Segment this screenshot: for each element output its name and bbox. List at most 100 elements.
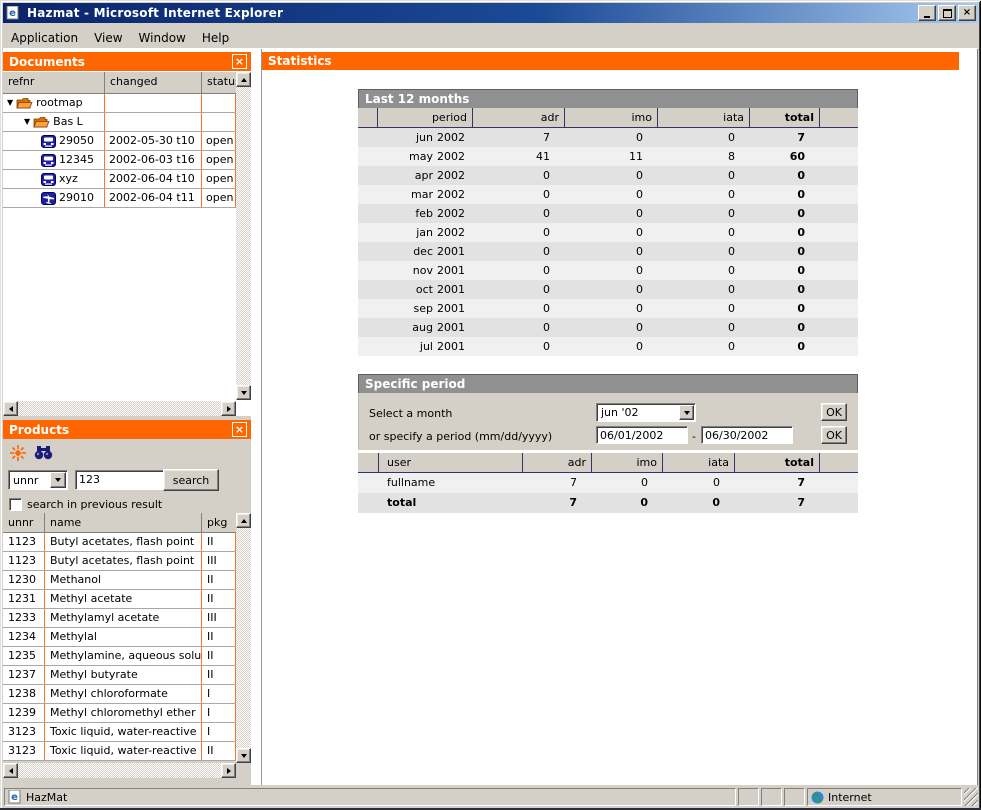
- products-table-row[interactable]: 1231Methyl acetateII: [3, 590, 236, 609]
- last12-row: apr20020000: [358, 166, 858, 185]
- products-table-row[interactable]: 3123Toxic liquid, water-reactiveII: [3, 742, 236, 761]
- products-column-headers: unnr name pkg: [3, 513, 236, 533]
- products-table-row[interactable]: 1239Methyl chloromethyl etherI: [3, 704, 236, 723]
- documents-tree-row[interactable]: 290502002-05-30 t10open: [3, 132, 236, 151]
- column-header-blank-trailing: [820, 108, 858, 127]
- column-header-period: period: [378, 108, 473, 127]
- menu-item-help[interactable]: Help: [194, 29, 237, 47]
- products-scroll-right-icon[interactable]: [221, 763, 236, 778]
- expander-icon[interactable]: ▼: [7, 94, 13, 112]
- date-to-input[interactable]: 06/30/2002: [701, 426, 793, 444]
- product-pkg: II: [202, 533, 236, 551]
- products-scroll-down-icon[interactable]: [236, 748, 251, 763]
- ok-period-button[interactable]: OK: [821, 426, 847, 444]
- month-select-value: jun '02: [597, 406, 679, 419]
- select-month-label: Select a month: [369, 407, 452, 420]
- month-select-dropdown-icon[interactable]: [679, 405, 694, 420]
- menu-item-window[interactable]: Window: [131, 29, 194, 47]
- search-input[interactable]: 123: [75, 470, 169, 490]
- search-button[interactable]: search: [163, 469, 219, 491]
- truck-icon: [41, 154, 56, 167]
- documents-vscrollbar[interactable]: [236, 72, 251, 400]
- column-header-name[interactable]: name: [45, 513, 202, 532]
- find-binoculars-icon[interactable]: [33, 443, 53, 463]
- product-name: Methyl acetate: [45, 590, 202, 608]
- documents-column-headers: refnr changed status: [3, 72, 236, 94]
- products-table-row[interactable]: 3123Toxic liquid, water-reactiveI: [3, 723, 236, 742]
- status-pane-2: [761, 788, 782, 806]
- new-search-icon[interactable]: [8, 443, 28, 463]
- column-header-adr: adr: [523, 453, 592, 472]
- products-table-row[interactable]: 1238Methyl chloroformateI: [3, 685, 236, 704]
- expander-icon[interactable]: ▼: [24, 113, 30, 131]
- last12-rows: jun20027007may20024111860apr20020000mar2…: [358, 128, 858, 356]
- documents-tree: ▼ rootmap ▼ Bas L290502002-05-30 t10open123…: [3, 94, 236, 208]
- column-header-refnr[interactable]: refnr: [3, 72, 105, 93]
- document-label: rootmap: [36, 94, 83, 112]
- product-pkg: II: [202, 590, 236, 608]
- product-pkg: I: [202, 723, 236, 741]
- documents-tree-row[interactable]: xyz2002-06-04 t10open: [3, 170, 236, 189]
- minimize-button[interactable]: [918, 5, 936, 21]
- documents-tree-row[interactable]: 29010 2002-06-04 t11open: [3, 189, 236, 208]
- column-header-iata: iata: [663, 453, 735, 472]
- document-label: 29010: [59, 189, 94, 207]
- column-header-status[interactable]: status: [202, 72, 236, 93]
- column-header-pkg[interactable]: pkg: [202, 513, 236, 532]
- products-close-icon[interactable]: ×: [232, 422, 247, 437]
- document-label: Bas L: [53, 113, 83, 131]
- product-pkg: III: [202, 552, 236, 570]
- documents-scroll-up-icon[interactable]: [236, 72, 251, 87]
- specific-period-form: Select a month jun '02 OK or specify a p…: [358, 393, 858, 450]
- documents-title: Documents: [9, 55, 85, 69]
- close-button[interactable]: ×: [958, 5, 976, 21]
- last12-row: jun20027007: [358, 128, 858, 147]
- products-table-row[interactable]: 1123Butyl acetates, flash pointIII: [3, 552, 236, 571]
- search-field-select[interactable]: unnr: [8, 470, 68, 490]
- product-pkg: I: [202, 704, 236, 722]
- column-header-changed[interactable]: changed: [105, 72, 202, 93]
- documents-close-icon[interactable]: ×: [232, 54, 247, 69]
- documents-scroll-down-icon[interactable]: [236, 385, 251, 400]
- products-table-row[interactable]: 1230MethanolII: [3, 571, 236, 590]
- maximize-button[interactable]: [938, 5, 956, 21]
- search-previous-checkbox[interactable]: [9, 498, 22, 511]
- documents-tree-row[interactable]: ▼ Bas L: [3, 113, 236, 132]
- specific-row: total7007: [358, 493, 858, 513]
- date-from-input[interactable]: 06/01/2002: [596, 426, 688, 444]
- products-scroll-up-icon[interactable]: [236, 513, 251, 528]
- menu-item-application[interactable]: Application: [3, 29, 86, 47]
- document-changed: 2002-06-04 t11: [105, 189, 202, 207]
- product-pkg: II: [202, 628, 236, 646]
- document-status: open: [202, 170, 236, 188]
- menu-item-view[interactable]: View: [86, 29, 130, 47]
- last12-row: jul20010000: [358, 337, 858, 356]
- products-hscrollbar[interactable]: [3, 763, 236, 778]
- product-name: Butyl acetates, flash point: [45, 552, 202, 570]
- product-name: Methanol: [45, 571, 202, 589]
- column-header-adr: adr: [473, 108, 565, 127]
- specific-title-bar: Specific period: [358, 374, 858, 393]
- product-pkg: I: [202, 685, 236, 703]
- products-table-row[interactable]: 1237Methyl butyrateII: [3, 666, 236, 685]
- document-label: xyz: [59, 170, 78, 188]
- ok-month-button[interactable]: OK: [821, 403, 847, 421]
- ie-page-icon: e: [8, 790, 22, 804]
- products-table-row[interactable]: 1123Butyl acetates, flash pointII: [3, 533, 236, 552]
- search-field-dropdown-icon[interactable]: [50, 472, 66, 488]
- products-table-row[interactable]: 1235Methylamine, aqueous soluII: [3, 647, 236, 666]
- documents-scroll-right-icon[interactable]: [221, 401, 236, 416]
- documents-tree-row[interactable]: 123452002-06-03 t16open: [3, 151, 236, 170]
- products-table-row[interactable]: 1234MethylalII: [3, 628, 236, 647]
- documents-tree-row[interactable]: ▼ rootmap: [3, 94, 236, 113]
- documents-scroll-left-icon[interactable]: [3, 401, 18, 416]
- last12-column-headers: period adr imo iata total: [358, 108, 858, 128]
- documents-hscrollbar[interactable]: [3, 401, 236, 416]
- products-table-row[interactable]: 1233Methylamyl acetateIII: [3, 609, 236, 628]
- month-select[interactable]: jun '02: [596, 403, 696, 422]
- document-status: open: [202, 189, 236, 207]
- products-vscrollbar[interactable]: [236, 513, 251, 763]
- resize-grip[interactable]: [964, 788, 978, 806]
- products-scroll-left-icon[interactable]: [3, 763, 18, 778]
- column-header-unnr[interactable]: unnr: [3, 513, 45, 532]
